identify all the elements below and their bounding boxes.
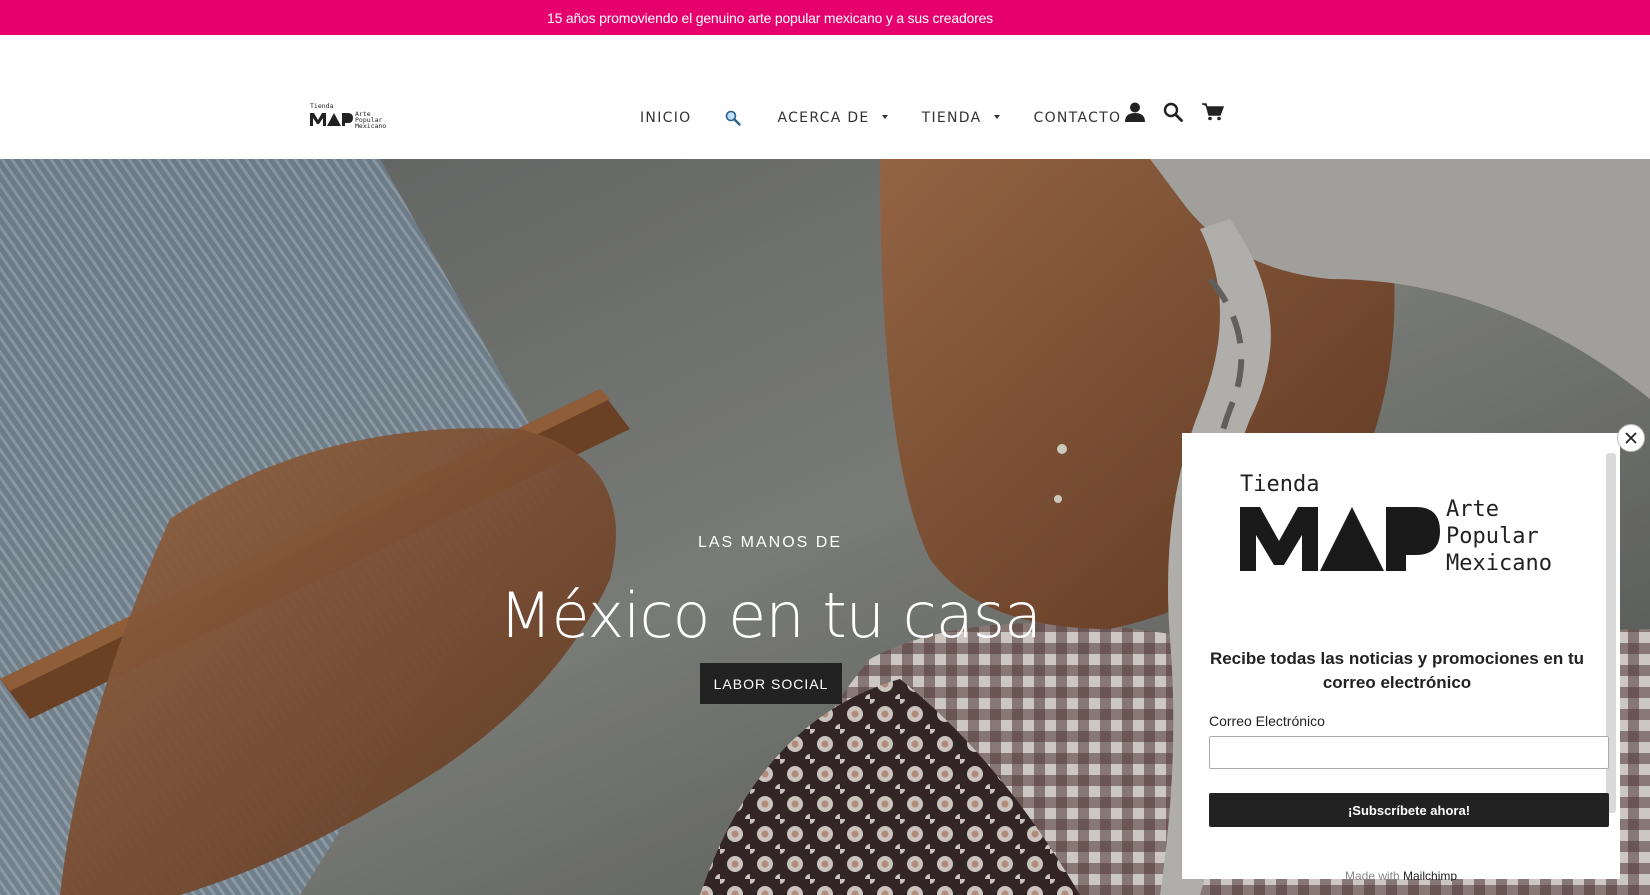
cart-icon — [1202, 103, 1225, 121]
nav-label: ACERCA DE — [777, 110, 870, 126]
site-header: Tienda Arte Popular Mexicano INICIO ACER… — [0, 35, 1650, 159]
account-button[interactable] — [1124, 101, 1146, 128]
email-field[interactable] — [1209, 736, 1609, 769]
nav-item-acerca-de[interactable]: ACERCA DE — [777, 110, 888, 126]
account-icon — [1125, 102, 1145, 122]
nav-item-search-emoji[interactable] — [725, 110, 742, 126]
svg-text:Mexicano: Mexicano — [355, 122, 386, 128]
footer-prefix: Made with — [1344, 869, 1400, 881]
announcement-bar: 15 años promoviendo el genuino arte popu… — [0, 0, 1650, 35]
nav-item-tienda[interactable]: TIENDA — [922, 110, 1000, 126]
search-icon — [1163, 102, 1183, 122]
mailchimp-link[interactable]: Mailchimp — [1403, 869, 1457, 881]
cart-button[interactable] — [1202, 103, 1225, 126]
newsletter-popup: Tienda Arte Popular Mexicano Recibe toda… — [1182, 433, 1620, 881]
chevron-down-icon — [993, 115, 1000, 119]
popup-logo: Tienda Arte Popular Mexicano — [1240, 472, 1552, 576]
chevron-down-icon — [881, 115, 888, 119]
site-logo[interactable]: Tienda Arte Popular Mexicano — [310, 102, 406, 128]
nav-label: INICIO — [640, 110, 692, 126]
popup-heading: Recibe todas las noticias y promociones … — [1209, 649, 1585, 692]
subscribe-button[interactable]: ¡Subscríbete ahora! — [1209, 793, 1609, 827]
svg-text:Popular: Popular — [1446, 524, 1539, 549]
announcement-text: 15 años promoviendo el genuino arte popu… — [547, 9, 993, 26]
email-label: Correo Electrónico — [1209, 713, 1325, 729]
search-button[interactable] — [1163, 102, 1183, 127]
svg-text:Tienda: Tienda — [1240, 472, 1319, 497]
svg-text:Arte: Arte — [1446, 497, 1499, 522]
close-button[interactable] — [1617, 424, 1645, 452]
nav-item-inicio[interactable]: INICIO — [640, 110, 691, 126]
magnifier-emoji-icon — [726, 110, 742, 126]
main-nav: INICIO ACERCA DE TIENDA CONTACTO — [640, 110, 1155, 126]
labor-social-button[interactable]: LABOR SOCIAL — [700, 663, 842, 704]
mailchimp-credit[interactable]: Made with Mailchimp — [1182, 869, 1620, 881]
nav-item-contacto[interactable]: CONTACTO — [1034, 110, 1122, 126]
nav-label: CONTACTO — [1033, 110, 1122, 126]
close-icon — [1625, 432, 1637, 444]
logo-tienda-small: Tienda — [310, 102, 334, 110]
site-logo-graphic: Tienda Arte Popular Mexicano — [310, 102, 386, 128]
svg-text:Mexicano: Mexicano — [1446, 551, 1552, 576]
nav-label: TIENDA — [921, 110, 982, 126]
